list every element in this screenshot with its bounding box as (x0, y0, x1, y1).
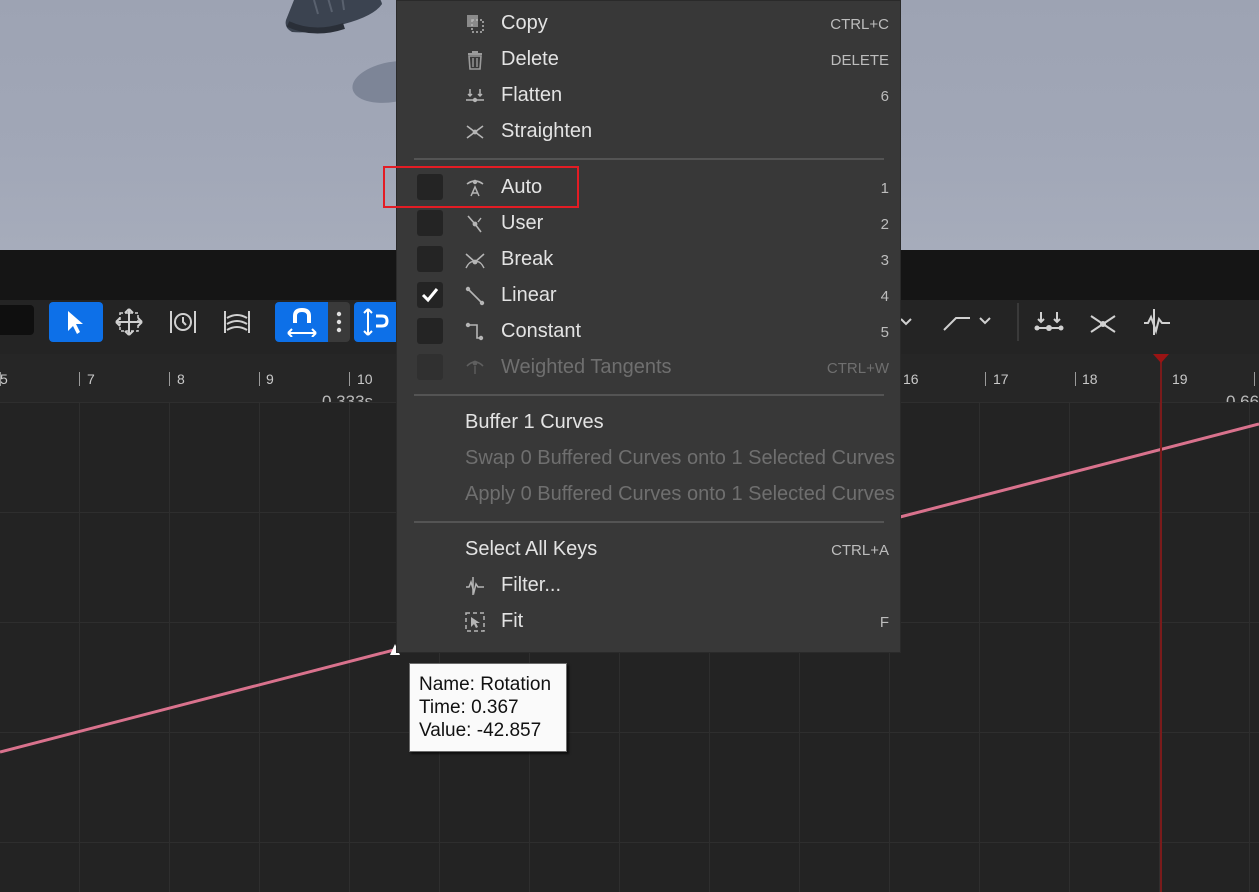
menu-item-user-tangent[interactable]: User 2 (397, 205, 902, 241)
snapping-options-button[interactable] (328, 302, 350, 342)
more-vertical-icon (336, 311, 342, 333)
retime-icon (170, 311, 196, 333)
retime-tool-button[interactable] (164, 302, 202, 342)
flatten-icon (466, 89, 484, 103)
fit-icon (465, 612, 485, 632)
ruler-tick-label: 8 (177, 371, 185, 387)
lattice-icon (224, 311, 250, 333)
trash-icon (468, 51, 482, 70)
playhead-line (1160, 354, 1162, 892)
break-tangent-icon (465, 253, 485, 269)
linear-checkbox[interactable] (417, 282, 443, 308)
curve-extrapolation-dropdown[interactable] (940, 302, 996, 342)
context-menu: Copy CTRL+C Delete DELETE Flatten 6 Stra… (396, 0, 901, 653)
user-tangent-icon (467, 215, 482, 233)
ruler-tick (349, 372, 350, 386)
menu-item-swap-buffered-curves: Swap 0 Buffered Curves onto 1 Selected C… (465, 447, 895, 469)
menu-item-linear-tangent[interactable]: Linear 4 (397, 277, 902, 313)
transform-tool-button[interactable] (110, 302, 148, 342)
linear-tangent-icon (465, 286, 485, 306)
filter-button[interactable] (1138, 302, 1176, 342)
key-tooltip: Name: Rotation Time: 0.367 Value: -42.85… (409, 663, 567, 752)
ruler-tick-label: 17 (993, 371, 1009, 387)
vertical-snap-icon (363, 308, 389, 336)
value-snap-button[interactable] (354, 302, 396, 342)
menu-item-fit[interactable]: Fit F (397, 603, 902, 639)
straighten-tangents-button[interactable] (1084, 302, 1122, 342)
menu-item-copy[interactable]: Copy CTRL+C (397, 5, 902, 41)
ruler-tick-label: 10 (357, 371, 373, 387)
menu-item-buffer-curves[interactable]: Buffer 1 Curves (397, 404, 902, 440)
playhead-marker[interactable] (1153, 354, 1169, 363)
ruler-tick (1254, 372, 1255, 386)
menu-item-delete[interactable]: Delete DELETE (397, 41, 902, 77)
toolbar-separator (1017, 303, 1019, 341)
snapping-button[interactable] (275, 302, 328, 342)
menu-item-straighten[interactable]: Straighten (397, 113, 902, 149)
copy-icon (467, 15, 484, 33)
flatten-icon (1034, 312, 1064, 331)
character-boot-image (285, 0, 382, 34)
ruler-tick-label: 9 (266, 371, 274, 387)
tooltip-name: Name: Rotation (419, 674, 552, 695)
ruler-tick (985, 372, 986, 386)
straighten-icon (1090, 315, 1116, 333)
tooltip-value: Value: -42.857 (419, 720, 542, 741)
cursor-icon (68, 311, 83, 334)
flatten-tangents-button[interactable] (1030, 302, 1068, 342)
constant-tangent-icon (465, 322, 484, 341)
user-checkbox[interactable] (417, 210, 443, 236)
move-icon (115, 308, 143, 336)
ruler-tick-label: 19 (1172, 371, 1188, 387)
menu-separator (414, 521, 884, 523)
lattice-tool-button[interactable] (218, 302, 256, 342)
ruler-tick-label: 7 (87, 371, 95, 387)
ruler-tick-label: 16 (903, 371, 919, 387)
extrapolation-icon (943, 317, 991, 331)
menu-item-constant-tangent[interactable]: Constant 5 (397, 313, 902, 349)
menu-item-apply-buffered-curves: Apply 0 Buffered Curves onto 1 Selected … (465, 483, 895, 505)
ruler-tick (169, 372, 170, 386)
checkmark-icon (421, 288, 439, 303)
menu-item-flatten[interactable]: Flatten 6 (397, 77, 902, 113)
ruler-tick (1075, 372, 1076, 386)
menu-item-select-all-keys[interactable]: Select All Keys CTRL+A (397, 531, 902, 567)
weighted-checkbox (417, 354, 443, 380)
menu-separator (414, 158, 884, 160)
ruler-tick (79, 372, 80, 386)
ruler-tick-label: 5 (0, 371, 8, 387)
weighted-tangent-icon (466, 360, 484, 374)
break-checkbox[interactable] (417, 246, 443, 272)
auto-item-highlight-box (383, 166, 579, 208)
constant-checkbox[interactable] (417, 318, 443, 344)
menu-item-weighted-tangents: Weighted Tangents CTRL+W (397, 349, 902, 385)
menu-item-filter[interactable]: Filter... (397, 567, 902, 603)
select-tool-button[interactable] (49, 302, 103, 342)
ruler-tick-label: 18 (1082, 371, 1098, 387)
numeric-field[interactable] (0, 305, 34, 335)
magnet-icon (286, 307, 317, 337)
menu-item-break-tangent[interactable]: Break 3 (397, 241, 902, 277)
straighten-icon (466, 125, 484, 139)
tooltip-time: Time: 0.367 (419, 697, 519, 718)
filter-icon (466, 577, 484, 595)
filter-icon (1144, 309, 1170, 335)
ruler-tick (259, 372, 260, 386)
menu-separator (414, 394, 884, 396)
